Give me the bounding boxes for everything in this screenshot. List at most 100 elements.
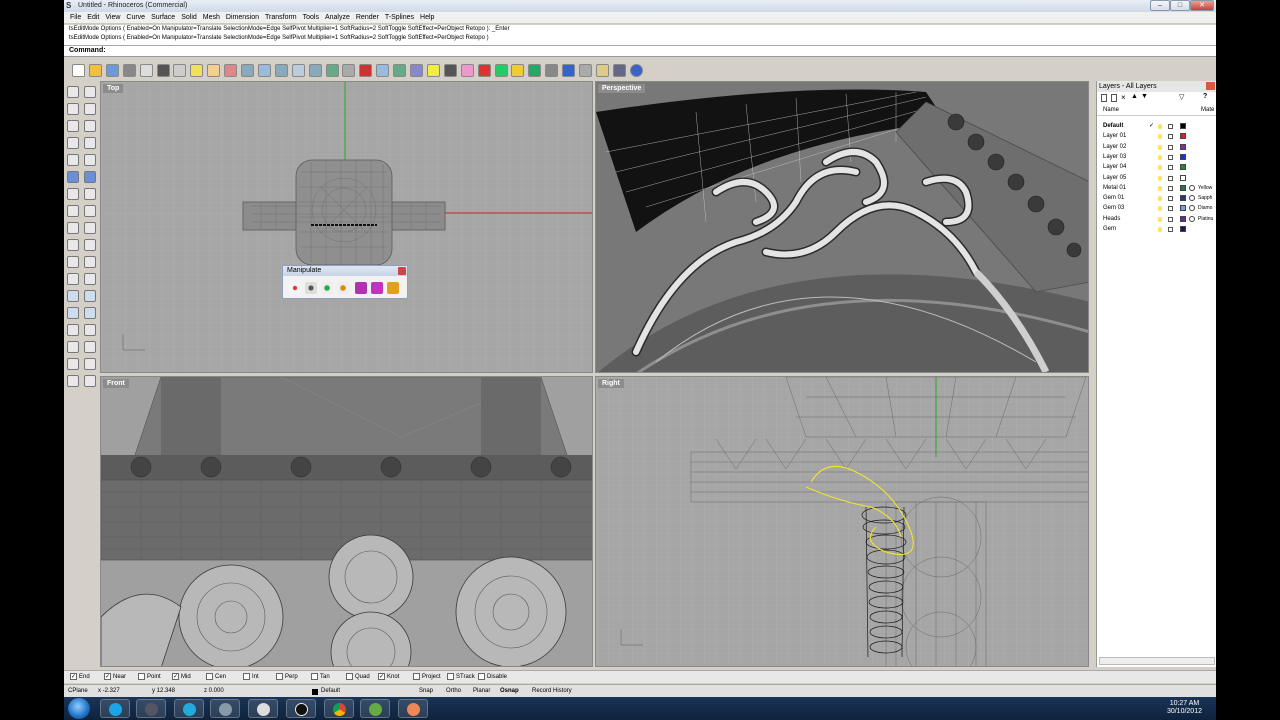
menu-item-tools[interactable]: Tools [303,12,319,24]
layer-color-swatch[interactable] [1180,215,1186,222]
layer-row[interactable]: Default ✓ [1097,121,1216,131]
zoom-extents-icon[interactable] [274,64,288,77]
taskbar-app-3[interactable] [174,699,204,718]
settings-icon[interactable] [579,64,592,77]
zoom-window-icon[interactable] [257,64,271,77]
taskbar-skype[interactable] [100,699,130,718]
layer-color-swatch[interactable] [1180,184,1186,191]
move-down-icon[interactable]: ▼ [1141,93,1148,100]
lock-icon[interactable] [1168,175,1173,181]
scale-icon[interactable] [84,256,96,268]
bulb-icon[interactable] [1158,165,1162,171]
osnap-checkbox[interactable] [346,673,353,680]
save-icon[interactable] [105,64,119,77]
system-clock[interactable]: 10:27 AM 30/10/2012 [1167,700,1202,716]
select-icon[interactable] [67,86,79,98]
rotate-icon[interactable] [224,64,238,77]
layer-color-swatch[interactable] [1180,123,1186,129]
polyline-icon[interactable] [84,103,96,115]
column-name[interactable]: Name [1103,107,1119,113]
lock-icon[interactable] [1168,124,1173,129]
close-icon[interactable] [1206,82,1215,90]
light-icon[interactable] [426,64,440,77]
arc-icon[interactable] [84,120,96,132]
menu-item-transform[interactable]: Transform [265,12,297,24]
lock-icon[interactable] [1168,134,1173,140]
rotate-icon[interactable] [67,256,79,268]
osnap-end[interactable]: ✓ End [70,673,90,682]
status-layer[interactable]: Default [321,687,340,696]
column-material[interactable]: Mate [1201,107,1214,113]
status-osnap[interactable]: Osnap [500,687,519,696]
copy-icon[interactable] [84,239,96,251]
viewport-label-front[interactable]: Front [103,379,129,388]
taskbar-app-2[interactable] [136,699,166,718]
curve-icon[interactable] [67,154,79,166]
lock-icon[interactable] [1168,196,1173,202]
layer-row[interactable]: Gem [1097,224,1216,234]
menu-item-edit[interactable]: Edit [87,12,99,24]
osnap-checkbox[interactable] [243,673,250,680]
horizontal-scrollbar[interactable] [1099,657,1215,665]
line-icon[interactable] [67,103,79,115]
revolve-icon[interactable] [67,188,79,200]
cylinder-icon[interactable] [67,222,79,234]
boolean-icon[interactable] [84,222,96,234]
viewport-top[interactable]: Top [100,81,593,373]
bulb-icon[interactable] [1158,206,1162,212]
fillet-icon[interactable] [67,324,79,336]
zoom-selected-icon[interactable] [291,64,305,77]
osnap-perp[interactable]: Perp [276,673,298,682]
osnap-project[interactable]: Project [413,673,441,682]
osnap-checkbox[interactable] [447,673,454,680]
array-icon[interactable] [84,273,96,285]
circle-icon[interactable] [67,120,79,132]
move-icon[interactable] [67,239,79,251]
taskbar-app-8[interactable] [360,699,390,718]
filter-icon[interactable]: ▽ [1179,93,1184,101]
open-icon[interactable] [88,64,102,77]
close-button[interactable]: ✕ [1190,0,1214,11]
layer-row[interactable]: Gem 01 Sapph [1097,193,1216,203]
osnap-quad[interactable]: Quad [346,673,370,682]
options-icon[interactable] [595,64,609,77]
taskbar-app-9[interactable] [398,699,428,718]
render-icon[interactable] [460,64,474,77]
osnap-checkbox[interactable]: ✓ [378,673,385,680]
mirror-icon[interactable] [67,273,79,285]
osnap-near[interactable]: ✓ Near [104,673,126,682]
bulb-icon[interactable] [1158,175,1162,181]
layer-color-swatch[interactable] [1180,153,1186,160]
material-circle-icon[interactable] [1189,215,1195,222]
print-icon[interactable] [122,64,136,77]
taskbar-app-4[interactable] [210,699,240,718]
move-up-icon[interactable]: ▲ [1131,93,1138,100]
menu-item-render[interactable]: Render [356,12,379,24]
menu-item-curve[interactable]: Curve [126,12,145,24]
lock-icon[interactable] [1168,144,1173,150]
osnap-strack[interactable]: STrack [447,673,475,682]
layer-row[interactable]: Layer 05 [1097,173,1216,183]
status-snap[interactable]: Snap [419,687,433,696]
explode-icon[interactable] [84,307,96,319]
help-icon[interactable] [629,64,643,77]
taskbar-rhino[interactable] [248,699,278,718]
bulb-icon[interactable] [1158,216,1162,222]
menu-item-view[interactable]: View [105,12,120,24]
osnap-checkbox[interactable] [413,673,420,680]
layer-color-swatch[interactable] [1180,174,1186,181]
osnap-checkbox[interactable] [311,673,318,680]
viewport-label-right[interactable]: Right [598,379,624,388]
pan-icon[interactable] [207,64,221,77]
minimize-button[interactable]: – [1150,0,1170,11]
lock-icon[interactable] [1168,154,1173,160]
viewport-label-perspective[interactable]: Perspective [598,84,646,93]
layer-color-swatch[interactable] [1180,226,1186,232]
delete-layer-icon[interactable]: × [1121,93,1126,102]
material-circle-icon[interactable] [1189,184,1195,191]
osnap-checkbox[interactable]: ✓ [172,673,179,680]
layer-color-swatch[interactable] [1180,164,1186,171]
project-icon[interactable] [84,341,96,353]
env-icon[interactable] [545,64,559,77]
material-circle-icon[interactable] [1189,205,1195,212]
